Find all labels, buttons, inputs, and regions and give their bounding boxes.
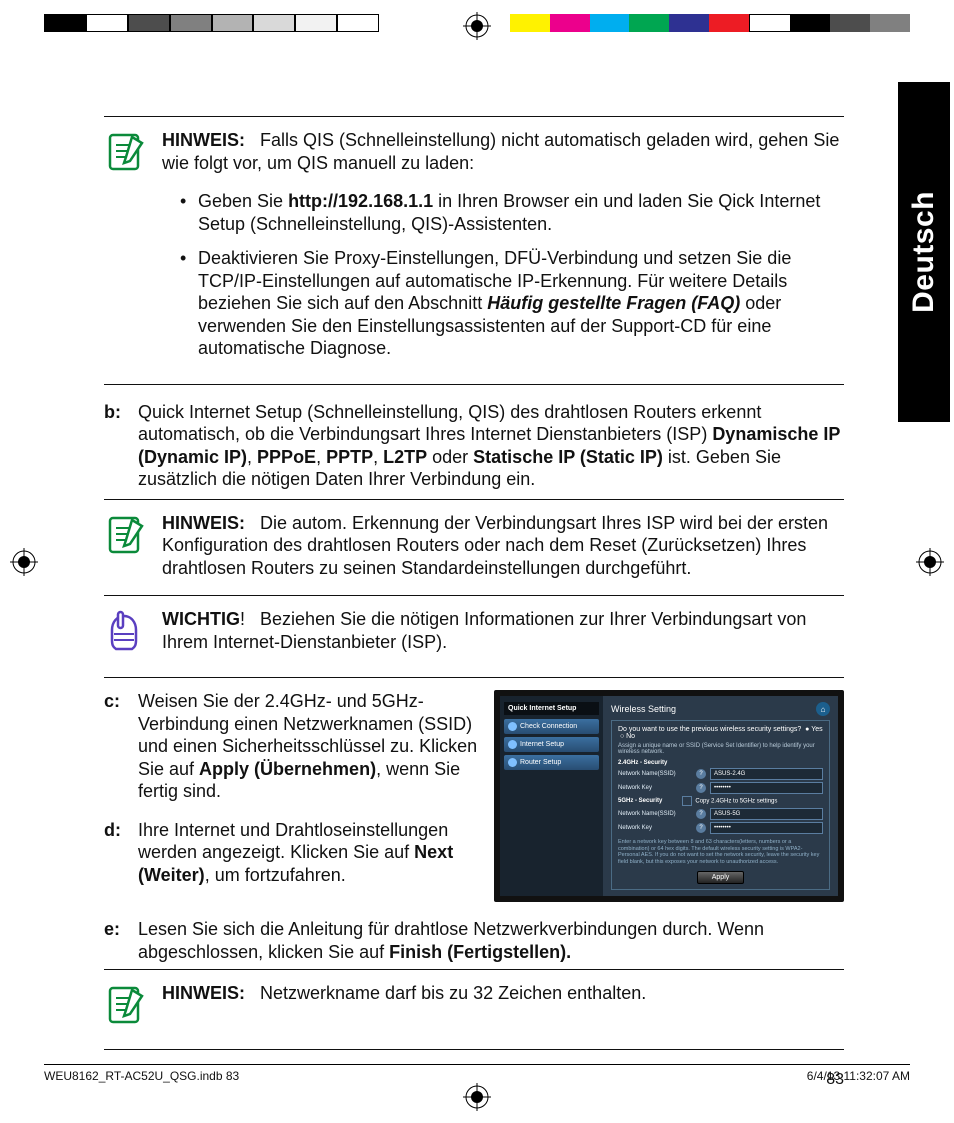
page-content: HINWEIS: Falls QIS (Schnelleinstellung) … [104,116,844,1089]
step-text: Quick Internet Setup (Schnelleinstellung… [138,401,844,491]
wizard-step: Internet Setup [504,737,599,752]
important-icon [104,608,162,661]
bullet-text: Deaktivieren Sie Proxy-Einstellungen, DF… [198,247,844,360]
apply-button: Apply [697,871,745,884]
note-text: Falls QIS (Schnelleinstellung) nicht aut… [162,130,839,173]
step-text: Ihre Internet und Drahtloseinstel­lungen… [138,819,480,887]
registration-mark-icon [463,12,491,40]
step-text: Lesen Sie sich die Anleitung für drahtlo… [138,918,844,963]
home-icon: ⌂ [816,702,830,716]
note-label: HINWEIS: [162,983,245,1003]
step-letter: e: [104,918,138,963]
note-icon [104,512,162,580]
wizard-step: Router Setup [504,755,599,770]
important-text: Beziehen Sie die nötigen Informationen z… [162,609,806,652]
note-icon [104,982,162,1033]
router-screenshot: Quick Internet Setup Check Connection In… [494,690,844,902]
registration-mark-icon [916,548,944,576]
note-icon [104,129,162,180]
note-text: Die autom. Erkennung der Verbindungsart … [162,513,828,578]
footer-file: WEU8162_RT-AC52U_QSG.indb 83 [44,1069,239,1083]
note-text: Netzwerkname darf bis zu 32 Zeichen enth… [260,983,646,1003]
important-label: WICHTIG [162,609,240,629]
bullet-icon: • [180,190,198,235]
language-tab: Deutsch [898,82,950,422]
step-letter: d: [104,819,138,887]
color-bar-right [510,14,910,32]
step-letter: c: [104,690,138,803]
wizard-step: Check Connection [504,719,599,734]
registration-mark-icon [10,548,38,576]
language-label: Deutsch [907,191,941,313]
bullet-text: Geben Sie http://192.168.1.1 in Ihren Br… [198,190,844,235]
step-letter: b: [104,401,138,491]
note-label: HINWEIS: [162,130,245,150]
footer-timestamp: 6/4/13 11:32:07 AM [807,1069,910,1083]
step-text: Weisen Sie der 2.4GHz- und 5GHz-Verbindu… [138,690,480,803]
bullet-icon: • [180,247,198,360]
print-footer: WEU8162_RT-AC52U_QSG.indb 83 6/4/13 11:3… [44,1064,910,1083]
color-bar-left [44,14,379,32]
note-label: HINWEIS: [162,513,245,533]
